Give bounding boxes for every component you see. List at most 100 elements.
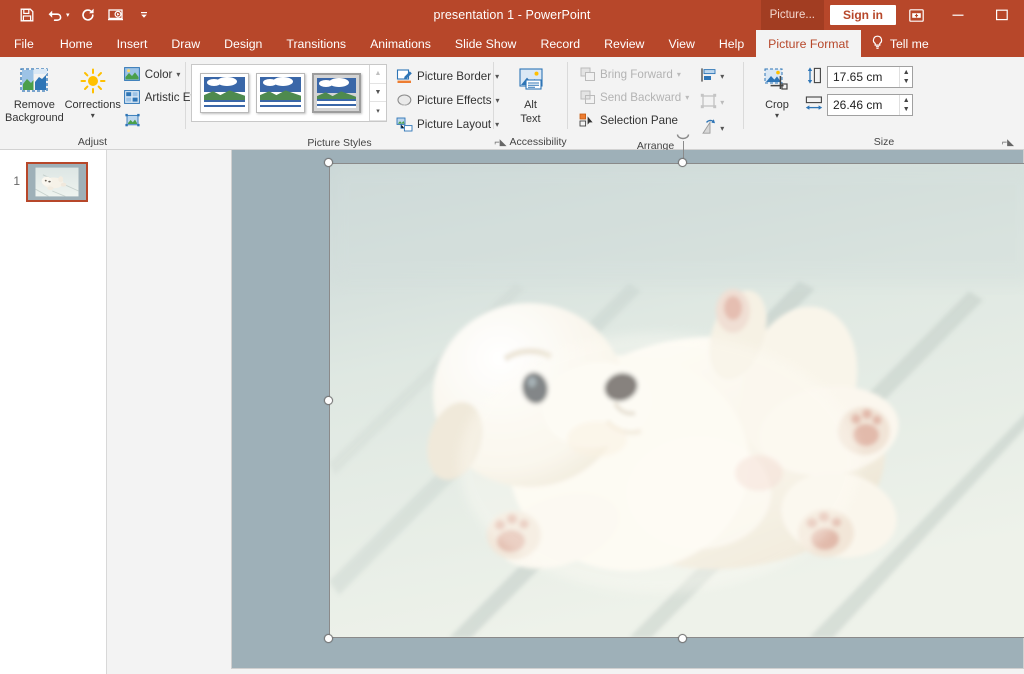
shape-height-icon (805, 66, 823, 87)
bring-forward-icon (579, 66, 596, 83)
tab-transitions[interactable]: Transitions (274, 30, 358, 57)
slide-thumbnail[interactable] (26, 162, 88, 202)
picture-style-beveled-matte-white[interactable] (256, 73, 305, 113)
picture-placeholder[interactable] (324, 134, 1024, 643)
resize-handle-sw[interactable] (324, 634, 333, 643)
rotate-button[interactable]: ▾ (698, 116, 726, 140)
picture-styles-gallery[interactable]: ▲ ▼ ▾ (191, 64, 387, 122)
start-slideshow-icon[interactable] (103, 3, 129, 27)
rotation-handle[interactable] (675, 132, 691, 147)
picture-effects-label: Picture Effects (417, 93, 492, 107)
slide-number: 1 (13, 174, 20, 188)
corrections-button[interactable]: Corrections ▾ (65, 61, 121, 119)
crop-label: Crop (765, 99, 789, 111)
group-dropdown-icon[interactable]: ▾ (720, 98, 724, 107)
send-backward-dropdown-icon[interactable]: ▾ (685, 93, 689, 102)
ribbon-group-accessibility: Alt Text ⌐◣ Accessibility (494, 57, 567, 150)
tab-view[interactable]: View (656, 30, 706, 57)
picture-styles-scroll[interactable]: ▲ ▼ ▾ (369, 65, 386, 122)
tab-draw[interactable]: Draw (159, 30, 212, 57)
shape-width-input[interactable] (828, 97, 900, 112)
title-bar-right: Picture... Sign in (760, 0, 1024, 30)
accessibility-label-text: Accessibility (509, 136, 567, 148)
tab-animations[interactable]: Animations (358, 30, 443, 57)
shape-height-input[interactable] (828, 69, 900, 84)
undo-icon[interactable] (42, 3, 68, 27)
slide-thumbnail-pane[interactable]: 1 (0, 150, 107, 674)
selection-pane-icon (579, 112, 596, 129)
tab-record[interactable]: Record (528, 30, 592, 57)
tab-slide-show[interactable]: Slide Show (443, 30, 529, 57)
sign-in-button[interactable]: Sign in (830, 5, 896, 25)
ribbon-display-options-icon[interactable] (896, 0, 936, 30)
minimize-icon[interactable] (936, 0, 980, 30)
group-label-picture-styles: Picture Styles (307, 136, 372, 149)
send-backward-button[interactable]: Send Backward ▾ (576, 86, 692, 108)
rotate-dropdown-icon[interactable]: ▾ (720, 124, 724, 133)
shape-height-row: ▲▼ (805, 64, 913, 89)
slide-list-item[interactable]: 1 (0, 162, 106, 202)
puppy-photo[interactable] (329, 163, 1024, 638)
gallery-scroll-up-icon[interactable]: ▲ (370, 65, 386, 84)
shape-width-spin-arrows[interactable]: ▲ ▼ (899, 94, 912, 115)
crop-dropdown-icon[interactable]: ▾ (775, 111, 779, 119)
gallery-scroll-down-icon[interactable]: ▼ (370, 84, 386, 103)
send-backward-label: Send Backward (600, 90, 682, 104)
ribbon-group-picture-styles: ▲ ▼ ▾ Picture Border ▾ Picture Effects ▾… (186, 57, 500, 150)
resize-handle-s[interactable] (678, 634, 687, 643)
tab-file[interactable]: File (0, 30, 48, 57)
redo-icon[interactable] (75, 3, 101, 27)
picture-border-icon (396, 68, 413, 85)
size-dialog-launcher-icon[interactable]: ⌐◣ (1002, 137, 1014, 148)
shape-width-stepper[interactable]: ▲▼ (827, 93, 913, 116)
selection-pane-label: Selection Pane (600, 113, 678, 127)
ribbon: Remove Background Corrections ▾ Color ▾ … (0, 57, 1024, 152)
picture-effects-button[interactable]: Picture Effects ▾ (393, 89, 503, 111)
picture-style-metal-frame[interactable] (312, 73, 361, 113)
accessibility-dialog-launcher-icon[interactable]: ⌐◣ (494, 137, 506, 148)
color-dropdown-icon[interactable]: ▾ (176, 70, 180, 79)
shape-height-stepper[interactable]: ▲▼ (827, 65, 913, 88)
picture-border-label: Picture Border (417, 69, 492, 83)
picture-layout-label: Picture Layout (417, 117, 492, 131)
selection-pane-button[interactable]: Selection Pane (576, 109, 692, 131)
save-icon[interactable] (14, 3, 40, 27)
picture-layout-button[interactable]: Picture Layout ▾ (393, 113, 503, 135)
gallery-more-icon[interactable]: ▾ (370, 102, 386, 122)
alt-text-button[interactable]: Alt Text (499, 61, 562, 125)
work-area: 1 (0, 134, 1024, 674)
tell-me-search[interactable]: Tell me (861, 30, 939, 57)
bring-forward-button[interactable]: Bring Forward ▾ (576, 63, 692, 85)
slide-canvas[interactable] (231, 134, 1024, 669)
rotate-icon (700, 118, 717, 138)
shape-height-spin-arrows[interactable]: ▲ ▼ (899, 66, 912, 87)
tab-insert[interactable]: Insert (105, 30, 160, 57)
align-button[interactable]: ▾ (698, 64, 726, 88)
picture-style-simple-frame-white[interactable] (200, 73, 249, 113)
undo-dropdown-icon[interactable]: ▾ (66, 11, 73, 19)
customize-qat-icon[interactable] (131, 3, 157, 27)
picture-border-button[interactable]: Picture Border ▾ (393, 65, 503, 87)
corrections-dropdown-icon[interactable]: ▾ (91, 111, 95, 119)
tab-picture-format[interactable]: Picture Format (756, 30, 861, 57)
align-icon (700, 67, 717, 86)
group-button[interactable]: ▾ (698, 90, 726, 114)
tab-design[interactable]: Design (212, 30, 274, 57)
align-dropdown-icon[interactable]: ▾ (720, 72, 724, 81)
context-tab-chip[interactable]: Picture... (760, 0, 824, 30)
remove-background-button[interactable]: Remove Background (5, 61, 64, 124)
quick-access-toolbar: ▾ (0, 3, 157, 27)
bring-forward-dropdown-icon[interactable]: ▾ (677, 70, 681, 79)
bring-forward-label: Bring Forward (600, 67, 673, 81)
tab-review[interactable]: Review (592, 30, 656, 57)
maximize-icon[interactable] (980, 0, 1024, 30)
resize-handle-n[interactable] (678, 158, 687, 167)
crop-button[interactable]: Crop ▾ (753, 61, 801, 119)
tab-help[interactable]: Help (707, 30, 756, 57)
ribbon-group-size: Crop ▾ ▲▼ (744, 57, 1024, 150)
crop-icon (762, 64, 792, 98)
resize-handle-nw[interactable] (324, 158, 333, 167)
tab-home[interactable]: Home (48, 30, 105, 57)
resize-handle-w[interactable] (324, 395, 333, 405)
picture-effects-icon (396, 92, 413, 109)
